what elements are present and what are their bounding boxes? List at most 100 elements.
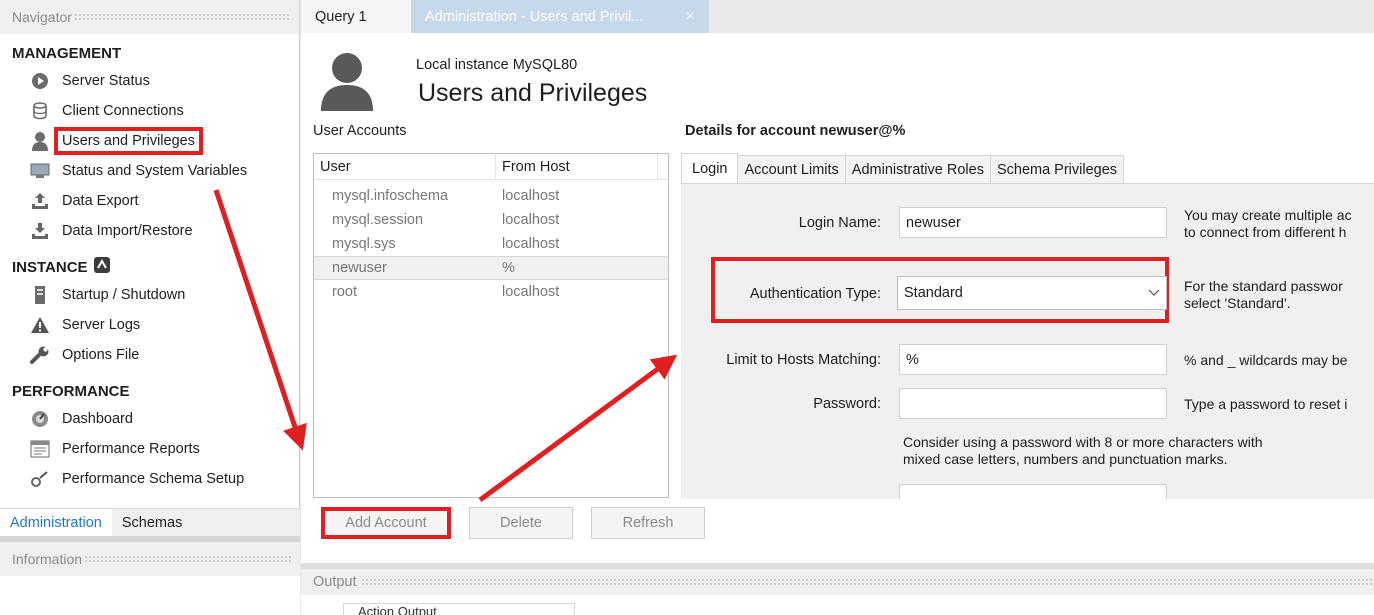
refresh-button[interactable]: Refresh — [591, 507, 705, 539]
nav-options-file[interactable]: Options File — [0, 340, 299, 370]
nav-performance-schema-setup[interactable]: Performance Schema Setup — [0, 464, 299, 494]
cell-user: mysql.infoschema — [332, 188, 449, 204]
cell-user: mysql.session — [332, 212, 424, 228]
tab-account-limits[interactable]: Account Limits — [737, 155, 846, 183]
nav-dashboard[interactable]: Dashboard — [0, 404, 299, 434]
schema-setup-icon — [30, 469, 50, 489]
instance-title-text: INSTANCE — [12, 258, 88, 276]
output-header: Output — [301, 569, 1374, 595]
tab-administrative-roles[interactable]: Administrative Roles — [844, 155, 991, 183]
column-from-host[interactable]: From Host — [496, 154, 658, 179]
header-grip — [73, 13, 291, 21]
warning-icon — [30, 315, 50, 335]
nav-label: Users and Privileges — [54, 127, 203, 155]
tab-administration-users[interactable]: Administration - Users and Privil... × — [411, 0, 709, 33]
nav-client-connections[interactable]: Client Connections — [0, 96, 299, 126]
cell-host: localhost — [502, 212, 560, 228]
hosts-help: % and _ wildcards may be — [1184, 352, 1348, 368]
nav-data-export[interactable]: Data Export — [0, 186, 299, 216]
import-icon — [30, 221, 50, 241]
nav-performance-reports[interactable]: Performance Reports — [0, 434, 299, 464]
management-section-title: MANAGEMENT — [12, 44, 122, 62]
nav-label: Startup / Shutdown — [62, 287, 186, 303]
password-label: Password: — [813, 396, 881, 412]
nav-label: Data Export — [62, 193, 139, 209]
table-row[interactable]: mysql.sys localhost — [314, 232, 668, 256]
auth-type-select[interactable]: Standard — [897, 276, 1167, 310]
table-row[interactable]: mysql.session localhost — [314, 208, 668, 232]
details-title: Details for account newuser@% — [685, 123, 906, 139]
delete-button[interactable]: Delete — [469, 507, 573, 539]
auth-type-label: Authentication Type: — [749, 286, 881, 302]
tab-schema-privileges[interactable]: Schema Privileges — [989, 155, 1125, 183]
tab-label: Administration - Users and Privil... — [425, 8, 644, 25]
tab-query-1[interactable]: Query 1 — [301, 0, 411, 33]
navigator-bottom-tabs: Administration Schemas — [0, 508, 300, 537]
instance-icon — [93, 257, 110, 277]
tab-login[interactable]: Login — [681, 153, 739, 183]
tab-schemas[interactable]: Schemas — [112, 509, 192, 537]
password-help: Type a password to reset i — [1184, 396, 1348, 412]
password-hint: Consider using a password with 8 or more… — [903, 434, 1263, 468]
editor-tabbar: Query 1 Administration - Users and Privi… — [301, 0, 1374, 33]
nav-data-import-restore[interactable]: Data Import/Restore — [0, 216, 299, 246]
information-body — [0, 576, 300, 615]
information-header: Information — [0, 542, 300, 576]
confirm-password-input[interactable] — [899, 484, 1167, 499]
select-value: Standard — [904, 285, 963, 301]
nav-server-logs[interactable]: Server Logs — [0, 310, 299, 340]
nav-label: Options File — [62, 347, 140, 363]
header-grip — [360, 578, 1374, 586]
nav-label: Performance Reports — [62, 441, 200, 457]
table-row[interactable]: mysql.infoschema localhost — [314, 184, 668, 208]
nav-label: Performance Schema Setup — [62, 471, 245, 487]
nav-status-system-variables[interactable]: Status and System Variables — [0, 156, 299, 186]
nav-startup-shutdown[interactable]: Startup / Shutdown — [0, 280, 299, 310]
server-icon — [30, 285, 50, 305]
nav-server-status[interactable]: Server Status — [0, 66, 299, 96]
instance-name: Local instance MySQL80 — [416, 57, 578, 73]
chevron-down-icon — [1148, 285, 1160, 301]
output-selector[interactable]: Action Output — [343, 603, 575, 615]
users-privileges-page: Local instance MySQL80 Users and Privile… — [301, 33, 1374, 563]
account-buttons: Add Account Delete Refresh — [313, 507, 705, 539]
table-row-selected[interactable]: newuser % — [314, 256, 668, 280]
play-circle-icon — [30, 71, 50, 91]
nav-label: Status and System Variables — [62, 163, 248, 179]
hosts-label: Limit to Hosts Matching: — [726, 352, 881, 368]
nav-label: Data Import/Restore — [62, 223, 193, 239]
cell-user: root — [332, 284, 357, 300]
login-name-help: You may create multiple ac to connect fr… — [1184, 207, 1352, 241]
nav-users-and-privileges[interactable]: Users and Privileges — [0, 126, 299, 156]
cell-user: newuser — [332, 260, 387, 276]
tab-administration[interactable]: Administration — [0, 508, 112, 537]
column-user[interactable]: User — [314, 154, 496, 179]
dashboard-icon — [30, 409, 50, 429]
nav-label: Client Connections — [62, 103, 184, 119]
user-avatar-icon — [319, 51, 375, 111]
details-tabs: Login Account Limits Administrative Role… — [681, 153, 1125, 183]
table-row[interactable]: root localhost — [314, 280, 668, 304]
nav-label: Server Logs — [62, 317, 141, 333]
user-accounts-list[interactable]: User From Host mysql.infoschema localhos… — [313, 153, 669, 498]
user-accounts-label: User Accounts — [313, 123, 407, 139]
cell-user: mysql.sys — [332, 236, 396, 252]
cell-host: localhost — [502, 236, 560, 252]
help-line: select 'Standard'. — [1184, 295, 1291, 311]
user-icon — [30, 131, 50, 151]
password-input[interactable] — [899, 388, 1167, 419]
cell-host: % — [502, 260, 515, 276]
login-panel: Login Name: newuser You may create multi… — [681, 183, 1374, 499]
nav-label: Server Status — [62, 73, 150, 89]
reports-icon — [30, 439, 50, 459]
close-icon[interactable]: × — [686, 8, 695, 26]
list-header: User From Host — [314, 154, 668, 180]
hosts-input[interactable]: % — [899, 344, 1167, 375]
navigator-header: Navigator — [0, 0, 299, 34]
header-grip — [84, 555, 292, 563]
performance-section-title: PERFORMANCE — [12, 382, 130, 400]
cell-host: localhost — [502, 188, 560, 204]
add-account-button[interactable]: Add Account — [321, 507, 451, 539]
login-name-input[interactable]: newuser — [899, 207, 1167, 238]
tab-label: Query 1 — [315, 8, 367, 25]
